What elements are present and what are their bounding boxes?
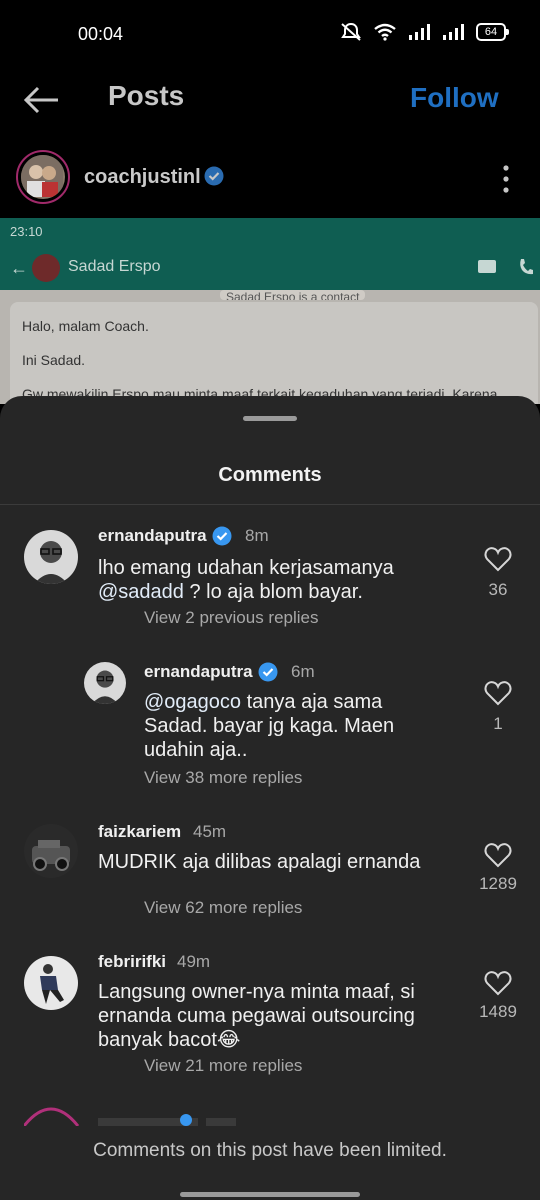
like-count: 1 <box>493 714 503 733</box>
more-options-icon[interactable] <box>496 162 516 196</box>
comment-text: lho emang udahan kerjasamanya @sadadd ? … <box>98 556 428 604</box>
verified-icon <box>212 526 232 546</box>
image-status-bar: 23:10 <box>0 218 540 246</box>
comment-item: ernandaputra 8m lho emang udahan kerjasa… <box>0 522 540 642</box>
image-chat-header: ← Sadad Erspo <box>0 246 540 290</box>
comment-text-part: lho emang udahan kerjasamanya <box>98 557 394 579</box>
comment-item: faizkariem 45m MUDRIK aja dilibas apalag… <box>0 818 540 928</box>
like-count: 36 <box>488 580 508 599</box>
mute-icon <box>341 22 361 41</box>
avatar[interactable] <box>24 956 78 1010</box>
reply-item: ernandaputra 6m @ogagoco tanya aja sama … <box>0 658 540 798</box>
like-count: 1489 <box>479 1002 517 1021</box>
author-avatar[interactable] <box>16 150 70 204</box>
divider <box>0 504 540 505</box>
image-system-note: Sadad Erspo is a contact <box>220 290 366 300</box>
status-bar: 00:04 64 <box>0 0 540 64</box>
comment-text-part: ? lo aja blom bayar. <box>183 581 363 603</box>
back-arrow-icon[interactable] <box>22 82 62 118</box>
image-contact-name: Sadad Erspo <box>68 258 161 275</box>
view-replies-link[interactable]: View 62 more replies <box>144 898 302 918</box>
verified-icon <box>258 662 278 682</box>
mention-link[interactable]: @ogagoco <box>144 691 241 713</box>
comment-time: 49m <box>177 952 211 971</box>
comment-text: MUDRIK aja dilibas apalagi ernanda <box>98 851 421 873</box>
signal-icon-2 <box>443 24 464 40</box>
view-replies-link[interactable]: View 21 more replies <box>144 1056 302 1076</box>
author-username[interactable]: coachjustinl <box>84 166 201 189</box>
comment-time: 8m <box>245 526 269 545</box>
image-video-call-icon <box>478 260 496 273</box>
comment-username[interactable]: ernandaputra <box>98 526 207 546</box>
wifi-icon <box>374 23 396 41</box>
view-replies-link[interactable]: View 38 more replies <box>144 768 302 788</box>
mention-link[interactable]: @sadadd <box>98 581 184 603</box>
battery-icon: 64 <box>476 23 509 41</box>
post-author-row: coachjustinl <box>0 144 540 214</box>
status-icons: 64 <box>340 22 509 42</box>
image-contact-avatar <box>32 254 60 282</box>
avatar[interactable] <box>84 662 126 704</box>
sheet-title: Comments <box>218 464 322 486</box>
view-replies-link[interactable]: View 2 previous replies <box>144 608 319 628</box>
post-image[interactable]: 23:10 ← Sadad Erspo Sadad Erspo is a con… <box>0 218 540 404</box>
comment-text: Langsung owner-nya minta maaf, si ernand… <box>98 981 415 1051</box>
comment-username[interactable]: ernandaputra <box>144 662 253 682</box>
comment-text: @ogagoco tanya aja sama Sadad. bayar jg … <box>144 690 434 762</box>
heart-icon[interactable] <box>484 970 512 996</box>
comment-username[interactable]: faizkariem <box>98 822 181 842</box>
partial-comment-row <box>24 1106 524 1126</box>
like-count: 1289 <box>479 874 517 893</box>
image-back-arrow-icon: ← <box>10 258 28 278</box>
gesture-nav-bar[interactable] <box>180 1192 360 1197</box>
comments-sheet: Comments ernandaputra 8m lho emang udaha… <box>0 396 540 1200</box>
comments-limited-notice: Comments on this post have been limited. <box>93 1140 447 1161</box>
top-bar: Posts Follow <box>0 64 540 134</box>
signal-icon <box>409 24 430 40</box>
image-status-time: 23:10 <box>10 224 43 239</box>
image-message-line: Ini Sadad. <box>22 352 86 368</box>
comment-time: 45m <box>193 822 227 841</box>
image-phone-icon <box>520 259 533 275</box>
comment-username[interactable]: febririfki <box>98 952 166 972</box>
image-message-line: Halo, malam Coach. <box>22 318 149 334</box>
follow-button[interactable]: Follow <box>410 82 499 114</box>
heart-icon[interactable] <box>484 546 512 572</box>
sheet-drag-handle[interactable] <box>243 416 297 421</box>
avatar[interactable] <box>24 824 78 878</box>
heart-icon[interactable] <box>484 842 512 868</box>
post-page-background: Posts Follow coachjustinl 23:10 ← Sadad … <box>0 64 540 404</box>
status-time: 00:04 <box>78 24 124 44</box>
comment-time: 6m <box>291 662 315 681</box>
comment-item: febririfki 49m Langsung owner-nya minta … <box>0 948 540 1088</box>
verified-icon <box>204 166 224 186</box>
page-title: Posts <box>108 80 185 111</box>
heart-icon[interactable] <box>484 680 512 706</box>
avatar[interactable] <box>24 530 78 584</box>
